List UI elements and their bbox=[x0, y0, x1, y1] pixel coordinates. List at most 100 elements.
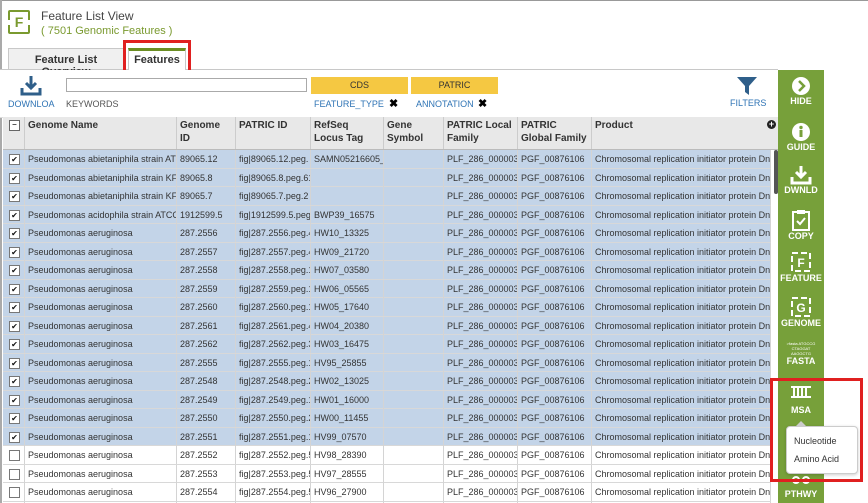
cell-patric-local-family: PLF_286_000003 bbox=[444, 464, 518, 483]
table-row[interactable]: ✔ Pseudomonas aeruginosa 287.2551 fig|287.2… bbox=[3, 427, 771, 446]
column-header-patric-global-family[interactable]: PATRIC Global Family bbox=[518, 117, 592, 149]
table-row[interactable]: ✔ Pseudomonas aeruginosa 287.2560 fig|287.2… bbox=[3, 298, 771, 317]
cell-refseq-locus-tag: HV99_07570 bbox=[311, 427, 384, 446]
table-row[interactable]: ✔ Pseudomonas aeruginosa 287.2555 fig|287.2… bbox=[3, 353, 771, 372]
table-row[interactable]: ✔ Pseudomonas aeruginosa 287.2550 fig|287.2… bbox=[3, 409, 771, 428]
cell-patric-global-family: PGF_00876106 bbox=[518, 483, 592, 501]
hide-button[interactable]: HIDE bbox=[778, 76, 824, 106]
row-select-cell: ✔ bbox=[3, 353, 25, 372]
msa-dropdown-menu: Nucleotide Amino Acid bbox=[786, 421, 858, 474]
page-subtitle: ( 7501 Genomic Features ) bbox=[41, 25, 173, 37]
cell-patric-global-family: PGF_00876106 bbox=[518, 279, 592, 298]
cell-patric-global-family: PGF_00876106 bbox=[518, 224, 592, 242]
clipboard-icon bbox=[792, 210, 810, 231]
download-icon[interactable] bbox=[20, 74, 42, 96]
filter-chip-cds[interactable]: CDS bbox=[311, 77, 408, 94]
remove-annotation-filter-icon[interactable]: ✖ bbox=[478, 97, 487, 110]
row-checkbox[interactable]: ✔ bbox=[9, 339, 20, 350]
row-checkbox[interactable]: ✔ bbox=[9, 302, 20, 313]
msa-menu-amino-acid[interactable]: Amino Acid bbox=[794, 454, 839, 464]
remove-feature-type-filter-icon[interactable]: ✖ bbox=[389, 97, 398, 110]
table-row[interactable]: ✔ Pseudomonas aeruginosa 287.2558 fig|287.2… bbox=[3, 261, 771, 280]
table-row[interactable]: ✔ Pseudomonas aeruginosa 287.2557 fig|287.2… bbox=[3, 242, 771, 261]
row-select-cell: ✔ bbox=[3, 224, 25, 242]
cell-product: Chromosomal replication initiator protei… bbox=[592, 335, 771, 353]
row-checkbox[interactable]: ✔ bbox=[9, 209, 20, 221]
cell-gene-symbol bbox=[384, 335, 444, 353]
row-checkbox[interactable] bbox=[9, 450, 20, 461]
cell-patric-id: fig|287.2561.peg.4 bbox=[236, 316, 311, 335]
column-header-genome-id[interactable]: Genome ID bbox=[177, 117, 236, 149]
column-header-product[interactable]: Product bbox=[592, 117, 778, 149]
row-select-cell: ✔ bbox=[3, 261, 25, 279]
row-checkbox[interactable]: ✔ bbox=[9, 228, 20, 239]
cell-genome-id: 287.2557 bbox=[177, 242, 236, 261]
table-row[interactable]: ✔ Pseudomonas abietaniphila strain KF 8906… bbox=[3, 187, 771, 206]
feature-button[interactable]: F FEATURE bbox=[778, 251, 824, 283]
guide-button[interactable]: GUIDE bbox=[778, 122, 824, 152]
cell-patric-global-family: PGF_00876106 bbox=[518, 242, 592, 261]
table-row[interactable]: Pseudomonas aeruginosa 287.2554 fig|287.25… bbox=[3, 483, 771, 502]
row-checkbox[interactable]: ✔ bbox=[9, 394, 20, 406]
cell-patric-local-family: PLF_286_000003 bbox=[444, 409, 518, 427]
row-checkbox[interactable]: ✔ bbox=[9, 246, 20, 258]
cell-patric-local-family: PLF_286_000003 bbox=[444, 205, 518, 224]
table-row[interactable]: ✔ Pseudomonas abietaniphila strain AT 8906… bbox=[3, 150, 771, 169]
row-checkbox[interactable]: ✔ bbox=[9, 376, 20, 387]
row-checkbox[interactable] bbox=[9, 468, 20, 480]
table-row[interactable]: ✔ Pseudomonas acidophila strain ATCC 19125… bbox=[3, 205, 771, 224]
cell-refseq-locus-tag: HW05_17640 bbox=[311, 298, 384, 316]
row-checkbox[interactable]: ✔ bbox=[9, 431, 20, 443]
row-checkbox[interactable]: ✔ bbox=[9, 357, 20, 369]
cell-gene-symbol bbox=[384, 261, 444, 279]
add-column-icon[interactable]: + bbox=[767, 120, 776, 129]
row-checkbox[interactable] bbox=[9, 487, 20, 498]
table-row[interactable]: ✔ Pseudomonas aeruginosa 287.2556 fig|287.2… bbox=[3, 224, 771, 243]
cell-product: Chromosomal replication initiator protei… bbox=[592, 224, 771, 242]
table-row[interactable]: ✔ Pseudomonas aeruginosa 287.2562 fig|287.2… bbox=[3, 335, 771, 354]
filters-button-label[interactable]: FILTERS bbox=[730, 98, 766, 108]
download-button-label[interactable]: DOWNLOA bbox=[8, 99, 55, 109]
table-row[interactable]: ✔ Pseudomonas aeruginosa 287.2549 fig|287.2… bbox=[3, 390, 771, 409]
row-checkbox[interactable]: ✔ bbox=[9, 172, 20, 184]
column-header-patric-id[interactable]: PATRIC ID bbox=[236, 117, 311, 149]
cell-refseq-locus-tag: BWP39_16575 bbox=[311, 205, 384, 224]
cell-patric-id: fig|89065.12.peg. bbox=[236, 150, 311, 168]
copy-button[interactable]: COPY bbox=[778, 209, 824, 241]
dwnld-button[interactable]: DWNLD bbox=[778, 165, 824, 195]
keywords-input[interactable] bbox=[66, 78, 307, 92]
table-row[interactable]: Pseudomonas aeruginosa 287.2553 fig|287.25… bbox=[3, 464, 771, 483]
fasta-button[interactable]: >fasta ATGCCG CTAGGAT AAGGCTG FASTA bbox=[778, 341, 824, 366]
filter-funnel-icon[interactable] bbox=[736, 76, 758, 96]
filter-chip-patric[interactable]: PATRIC bbox=[411, 77, 498, 94]
select-all-checkbox[interactable]: – bbox=[9, 120, 20, 131]
row-checkbox[interactable]: ✔ bbox=[9, 265, 20, 276]
column-header-refseq-locus-tag[interactable]: RefSeq Locus Tag bbox=[311, 117, 384, 149]
tab-feature-list-overview[interactable]: Feature List Overview bbox=[8, 48, 124, 78]
row-select-cell: ✔ bbox=[3, 168, 25, 187]
row-select-cell bbox=[3, 464, 25, 483]
column-header-patric-local-family[interactable]: PATRIC Local Family bbox=[444, 117, 518, 149]
cell-product: Chromosomal replication initiator protei… bbox=[592, 409, 771, 427]
cell-product: Chromosomal replication initiator protei… bbox=[592, 242, 771, 261]
cell-product: Chromosomal replication initiator protei… bbox=[592, 205, 771, 224]
table-row[interactable]: Pseudomonas aeruginosa 287.2552 fig|287.25… bbox=[3, 446, 771, 465]
table-row[interactable]: ✔ Pseudomonas abietaniphila strain KF 8906… bbox=[3, 168, 771, 187]
row-checkbox[interactable]: ✔ bbox=[9, 320, 20, 332]
row-checkbox[interactable]: ✔ bbox=[9, 154, 20, 165]
column-header-genome-name[interactable]: Genome Name bbox=[25, 117, 177, 149]
cell-patric-id: fig|287.2560.peg.1 bbox=[236, 298, 311, 316]
svg-text:F: F bbox=[797, 256, 804, 270]
cell-patric-local-family: PLF_286_000003 bbox=[444, 390, 518, 409]
column-header-gene-symbol[interactable]: Gene Symbol bbox=[384, 117, 444, 149]
row-checkbox[interactable]: ✔ bbox=[9, 191, 20, 202]
table-row[interactable]: ✔ Pseudomonas aeruginosa 287.2548 fig|287.2… bbox=[3, 372, 771, 391]
row-checkbox[interactable]: ✔ bbox=[9, 283, 20, 295]
msa-menu-nucleotide[interactable]: Nucleotide bbox=[794, 436, 837, 446]
genome-button[interactable]: G GENOME bbox=[778, 296, 824, 328]
cell-refseq-locus-tag: HW06_05565 bbox=[311, 279, 384, 298]
table-row[interactable]: ✔ Pseudomonas aeruginosa 287.2559 fig|287.2… bbox=[3, 279, 771, 298]
table-row[interactable]: ✔ Pseudomonas aeruginosa 287.2561 fig|287.2… bbox=[3, 316, 771, 335]
row-checkbox[interactable]: ✔ bbox=[9, 413, 20, 424]
fasta-label: FASTA bbox=[786, 356, 816, 366]
